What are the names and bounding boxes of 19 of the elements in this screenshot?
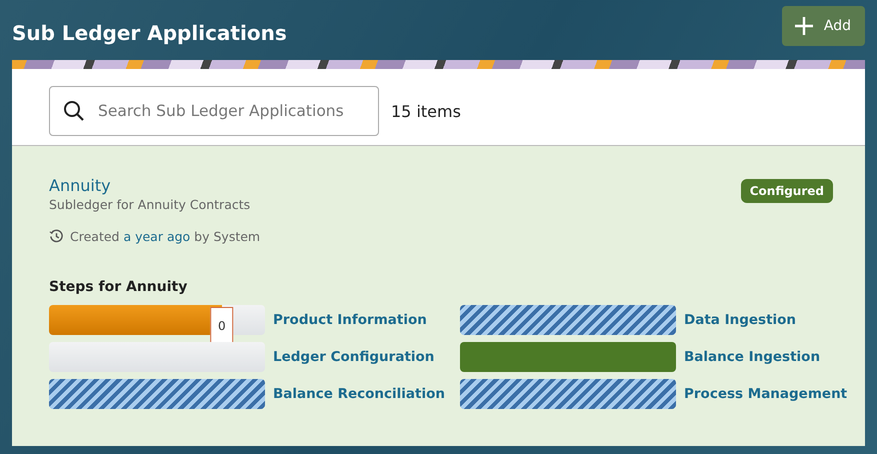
add-button[interactable]: Add (782, 6, 865, 46)
application-description: Subledger for Annuity Contracts (49, 197, 250, 212)
status-badge: Configured (740, 179, 833, 203)
created-text: Created a year ago by System (70, 229, 260, 244)
item-count: 15 items (391, 102, 461, 120)
step-link[interactable]: Ledger Configuration (273, 349, 434, 365)
plus-icon (794, 16, 814, 36)
step-link[interactable]: Balance Ingestion (684, 349, 820, 365)
step-link[interactable]: Product Information (273, 312, 427, 328)
step-link[interactable]: Balance Reconciliation (273, 386, 446, 402)
search-icon (63, 100, 85, 122)
created-time-link[interactable]: a year ago (123, 229, 190, 244)
history-icon (49, 229, 64, 244)
search-field[interactable]: Search Sub Ledger Applications (49, 86, 379, 136)
application-link[interactable]: Annuity (49, 176, 111, 195)
steps-heading: Steps for Annuity (49, 279, 188, 295)
page-title: Sub Ledger Applications (12, 21, 287, 45)
step-link[interactable]: Process Management (684, 386, 848, 402)
step-link[interactable]: Data Ingestion (684, 312, 796, 328)
